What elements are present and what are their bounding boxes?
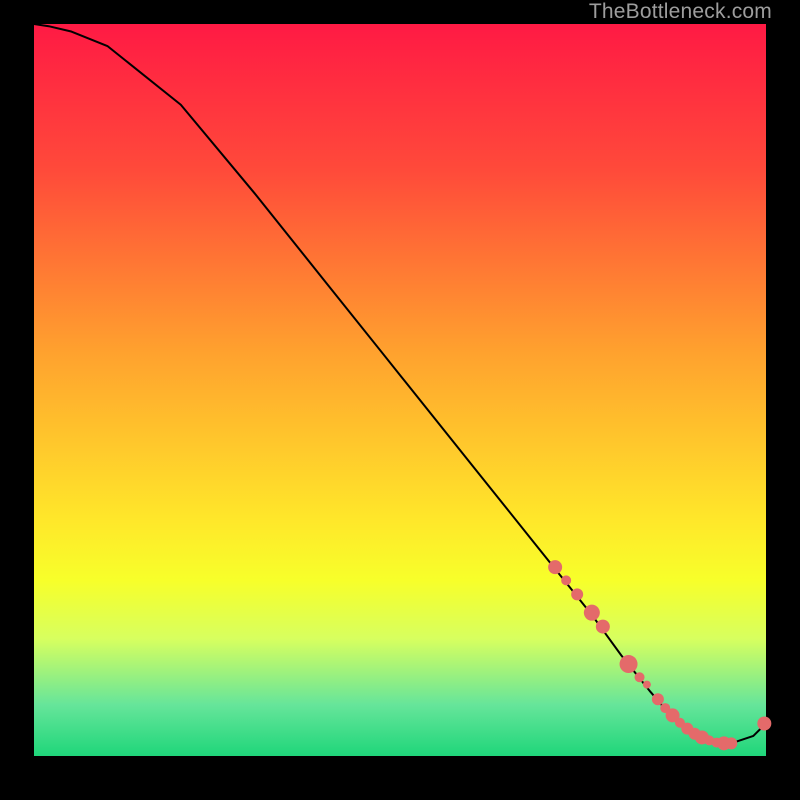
data-marker [635,672,645,682]
data-marker [584,605,600,621]
chart-svg [34,24,768,758]
stage: TheBottleneck.com [0,0,800,800]
watermark-text: TheBottleneck.com [589,0,772,24]
bottleneck-curve [34,24,768,743]
data-marker [643,681,651,689]
data-marker [596,620,610,634]
data-marker [652,693,664,705]
data-marker [561,575,571,585]
data-markers [548,560,771,750]
data-marker [548,560,562,574]
data-marker [620,655,638,673]
data-marker [725,737,737,749]
data-marker [571,588,583,600]
data-marker [757,717,771,731]
chart-area [33,23,767,757]
